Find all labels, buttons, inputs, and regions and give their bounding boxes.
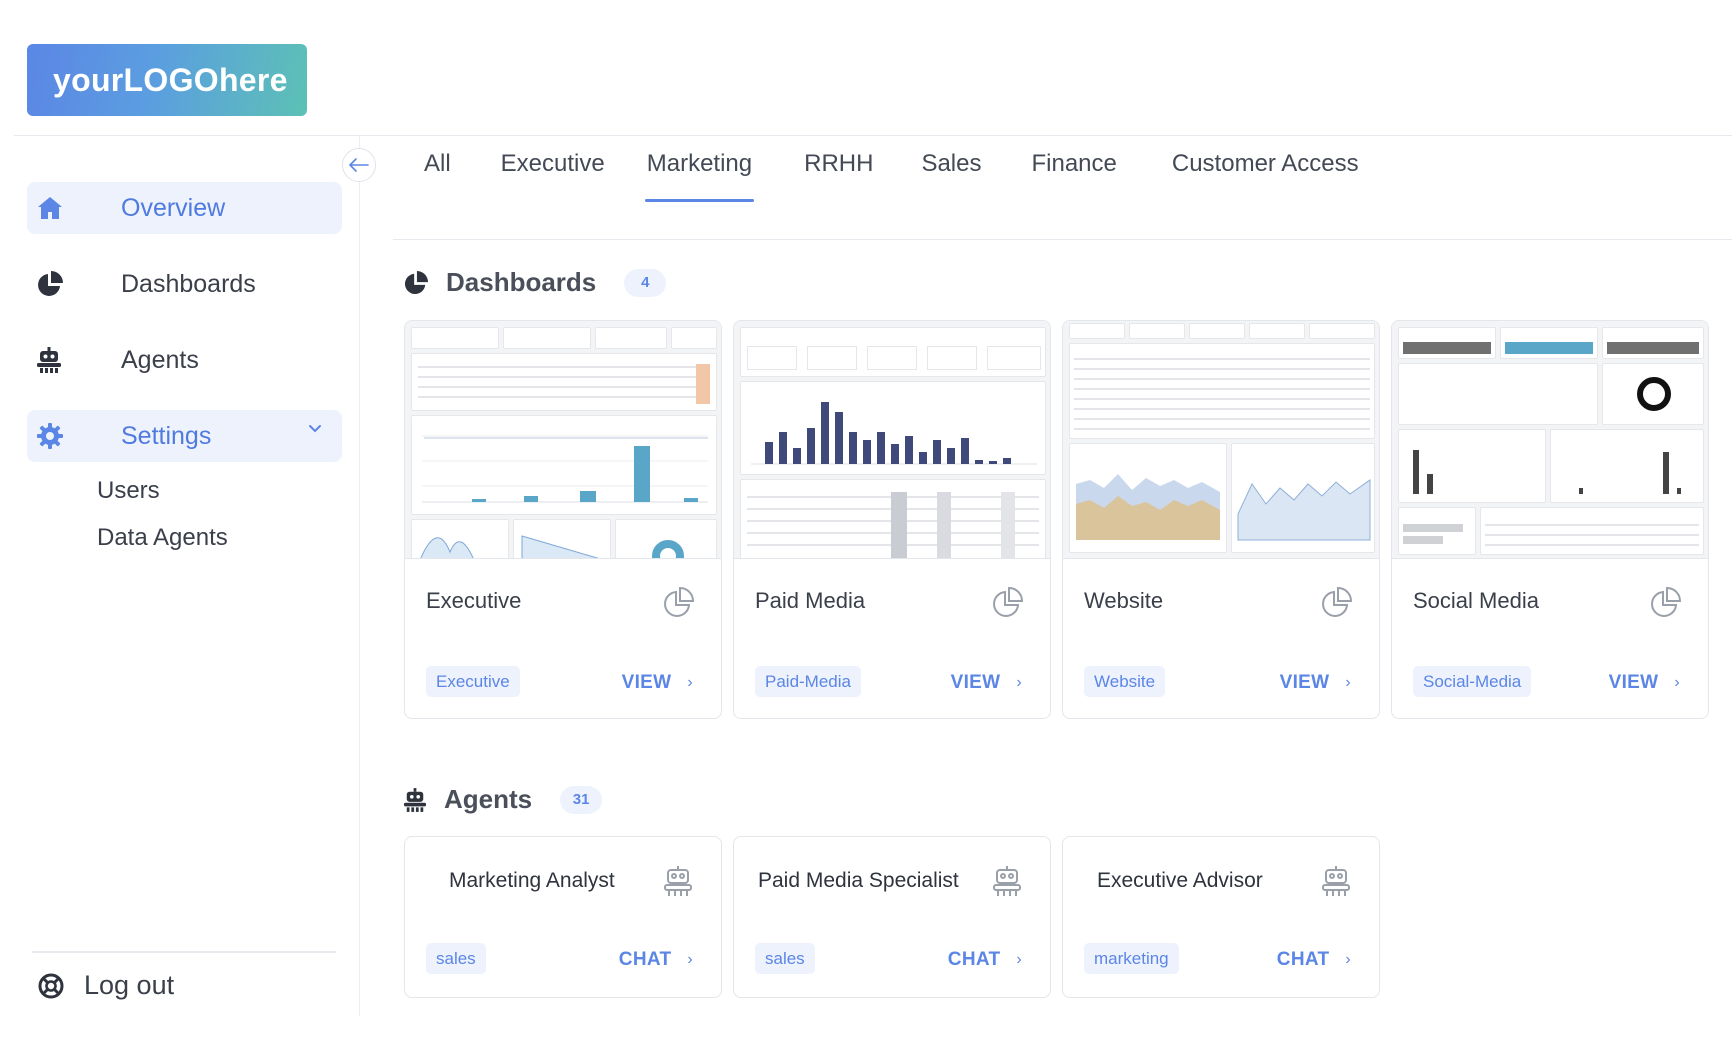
chevron-right-icon: › bbox=[1345, 674, 1351, 691]
dashboard-card-social-media[interactable]: Social Media Social-Media VIEW › bbox=[1391, 320, 1709, 719]
sidebar-item-label: Agents bbox=[121, 345, 199, 374]
home-icon bbox=[37, 193, 81, 223]
sidebar-subitem-users[interactable]: Users bbox=[97, 477, 160, 505]
count-badge: 31 bbox=[560, 785, 603, 814]
agent-tag: sales bbox=[755, 943, 815, 974]
chevron-right-icon: › bbox=[687, 951, 693, 968]
agent-tag: marketing bbox=[1084, 943, 1179, 974]
card-tag: Executive bbox=[426, 666, 520, 697]
dashboard-card-executive[interactable]: Executive Executive VIEW › bbox=[404, 320, 722, 719]
dashboard-thumbnail bbox=[734, 321, 1050, 559]
pie-chart-icon bbox=[404, 270, 428, 295]
brand-logo-text: yourLOGOhere bbox=[53, 61, 288, 98]
sidebar-item-overview[interactable]: Overview bbox=[27, 182, 342, 234]
robot-outline-icon bbox=[1321, 865, 1351, 897]
pie-chart-outline-icon bbox=[992, 586, 1024, 618]
chevron-right-icon: › bbox=[1345, 951, 1351, 968]
agent-card-paid-media-specialist[interactable]: Paid Media Specialist sales CHAT › bbox=[733, 836, 1051, 998]
sidebar-divider bbox=[32, 951, 336, 953]
chat-label: CHAT bbox=[947, 949, 1001, 970]
chevron-right-icon: › bbox=[1016, 674, 1022, 691]
view-button[interactable]: VIEW › bbox=[622, 672, 693, 694]
sidebar-item-label: Overview bbox=[121, 193, 226, 222]
sidebar-item-label: Settings bbox=[121, 421, 212, 450]
dashboard-card-website[interactable]: Website Website VIEW › bbox=[1062, 320, 1380, 719]
card-tag: Paid-Media bbox=[755, 666, 861, 697]
view-label: VIEW bbox=[1279, 672, 1330, 693]
pie-chart-outline-icon bbox=[1321, 586, 1353, 618]
view-button[interactable]: VIEW › bbox=[1609, 672, 1680, 694]
agent-title: Paid Media Specialist bbox=[758, 869, 959, 892]
card-title: Website bbox=[1084, 588, 1164, 613]
agent-title: Executive Advisor bbox=[1097, 869, 1263, 892]
logout-button[interactable]: Log out bbox=[38, 970, 174, 1001]
dashboards-section-header: Dashboards 4 bbox=[404, 267, 667, 298]
sidebar-item-dashboards[interactable]: Dashboards bbox=[27, 258, 342, 310]
view-label: VIEW bbox=[1608, 672, 1659, 693]
agents-section-header: Agents 31 bbox=[404, 784, 603, 815]
card-tag: Social-Media bbox=[1413, 666, 1532, 697]
chevron-right-icon: › bbox=[687, 674, 693, 691]
agent-card-marketing-analyst[interactable]: Marketing Analyst sales CHAT › bbox=[404, 836, 722, 998]
brand-logo[interactable]: yourLOGOhere bbox=[27, 44, 307, 116]
pie-chart-outline-icon bbox=[663, 586, 695, 618]
tab-sales[interactable]: Sales bbox=[921, 150, 981, 202]
tab-rrhh[interactable]: RRHH bbox=[804, 150, 873, 202]
section-title: Agents bbox=[444, 784, 533, 814]
tab-marketing[interactable]: Marketing bbox=[644, 150, 755, 202]
card-title: Paid Media bbox=[755, 588, 866, 613]
dashboard-thumbnail bbox=[1392, 321, 1708, 559]
gear-icon bbox=[37, 421, 81, 451]
chevron-right-icon: › bbox=[1674, 674, 1680, 691]
chat-button[interactable]: CHAT › bbox=[1277, 949, 1351, 971]
chevron-right-icon: › bbox=[1016, 951, 1022, 968]
sidebar-subitem-data-agents[interactable]: Data Agents bbox=[97, 524, 228, 552]
tab-customer-access[interactable]: Customer Access bbox=[1172, 150, 1359, 202]
category-tabs: All Executive Marketing RRHH Sales Finan… bbox=[424, 150, 1359, 202]
tabs-divider bbox=[393, 239, 1732, 240]
agent-tag: sales bbox=[426, 943, 486, 974]
card-title: Executive bbox=[426, 588, 522, 613]
robot-outline-icon bbox=[992, 865, 1022, 897]
view-button[interactable]: VIEW › bbox=[1280, 672, 1351, 694]
dashboard-thumbnail bbox=[1063, 321, 1379, 559]
sidebar-item-label: Dashboards bbox=[121, 269, 256, 298]
dashboard-card-paid-media[interactable]: Paid Media Paid-Media VIEW › bbox=[733, 320, 1051, 719]
logout-icon bbox=[38, 973, 64, 999]
agent-card-executive-advisor[interactable]: Executive Advisor marketing CHAT › bbox=[1062, 836, 1380, 998]
robot-icon bbox=[37, 345, 81, 375]
sidebar-item-agents[interactable]: Agents bbox=[27, 334, 342, 386]
section-title: Dashboards bbox=[446, 267, 597, 297]
pie-chart-icon bbox=[37, 269, 81, 299]
tab-executive[interactable]: Executive bbox=[501, 150, 605, 202]
chat-button[interactable]: CHAT › bbox=[948, 949, 1022, 971]
card-tag: Website bbox=[1084, 666, 1166, 697]
view-label: VIEW bbox=[950, 672, 1001, 693]
logout-label: Log out bbox=[84, 970, 175, 1000]
robot-outline-icon bbox=[663, 865, 693, 897]
view-label: VIEW bbox=[621, 672, 672, 693]
count-badge: 4 bbox=[624, 268, 667, 297]
tab-all[interactable]: All bbox=[424, 150, 451, 202]
agent-title: Marketing Analyst bbox=[449, 869, 615, 892]
sidebar-item-settings[interactable]: Settings bbox=[27, 410, 342, 462]
pie-chart-outline-icon bbox=[1650, 586, 1682, 618]
chat-label: CHAT bbox=[1276, 949, 1330, 970]
chevron-down-icon[interactable] bbox=[308, 424, 322, 434]
tab-finance[interactable]: Finance bbox=[1031, 150, 1116, 202]
collapse-sidebar-button[interactable] bbox=[342, 148, 376, 182]
chat-label: CHAT bbox=[618, 949, 672, 970]
robot-icon bbox=[404, 787, 426, 812]
arrow-left-icon bbox=[349, 158, 369, 172]
chat-button[interactable]: CHAT › bbox=[619, 949, 693, 971]
view-button[interactable]: VIEW › bbox=[951, 672, 1022, 694]
card-title: Social Media bbox=[1413, 588, 1539, 613]
dashboard-thumbnail bbox=[405, 321, 721, 559]
